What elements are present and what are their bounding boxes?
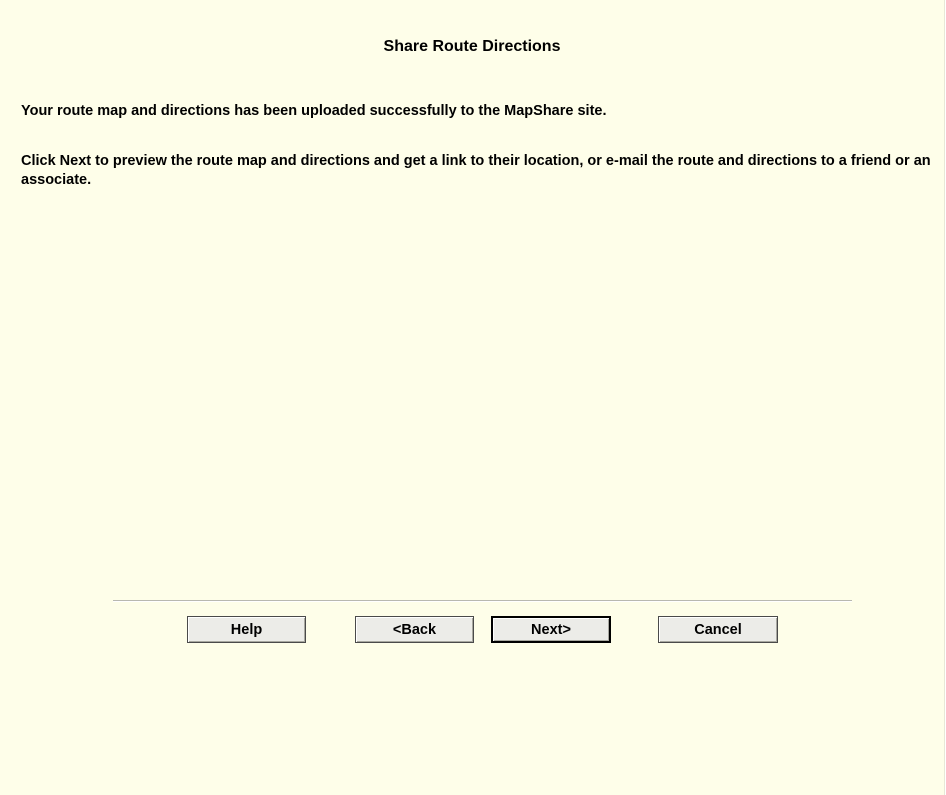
share-route-directions-dialog: Share Route Directions Your route map an…: [0, 0, 945, 795]
upload-success-message: Your route map and directions has been u…: [21, 103, 607, 119]
back-button[interactable]: <Back: [355, 616, 474, 643]
help-button[interactable]: Help: [187, 616, 306, 643]
cancel-button[interactable]: Cancel: [658, 616, 778, 643]
next-step-instructions: Click Next to preview the route map and …: [21, 153, 931, 188]
dialog-title: Share Route Directions: [383, 38, 561, 55]
button-row-divider: [113, 600, 852, 602]
next-button[interactable]: Next>: [491, 616, 611, 643]
